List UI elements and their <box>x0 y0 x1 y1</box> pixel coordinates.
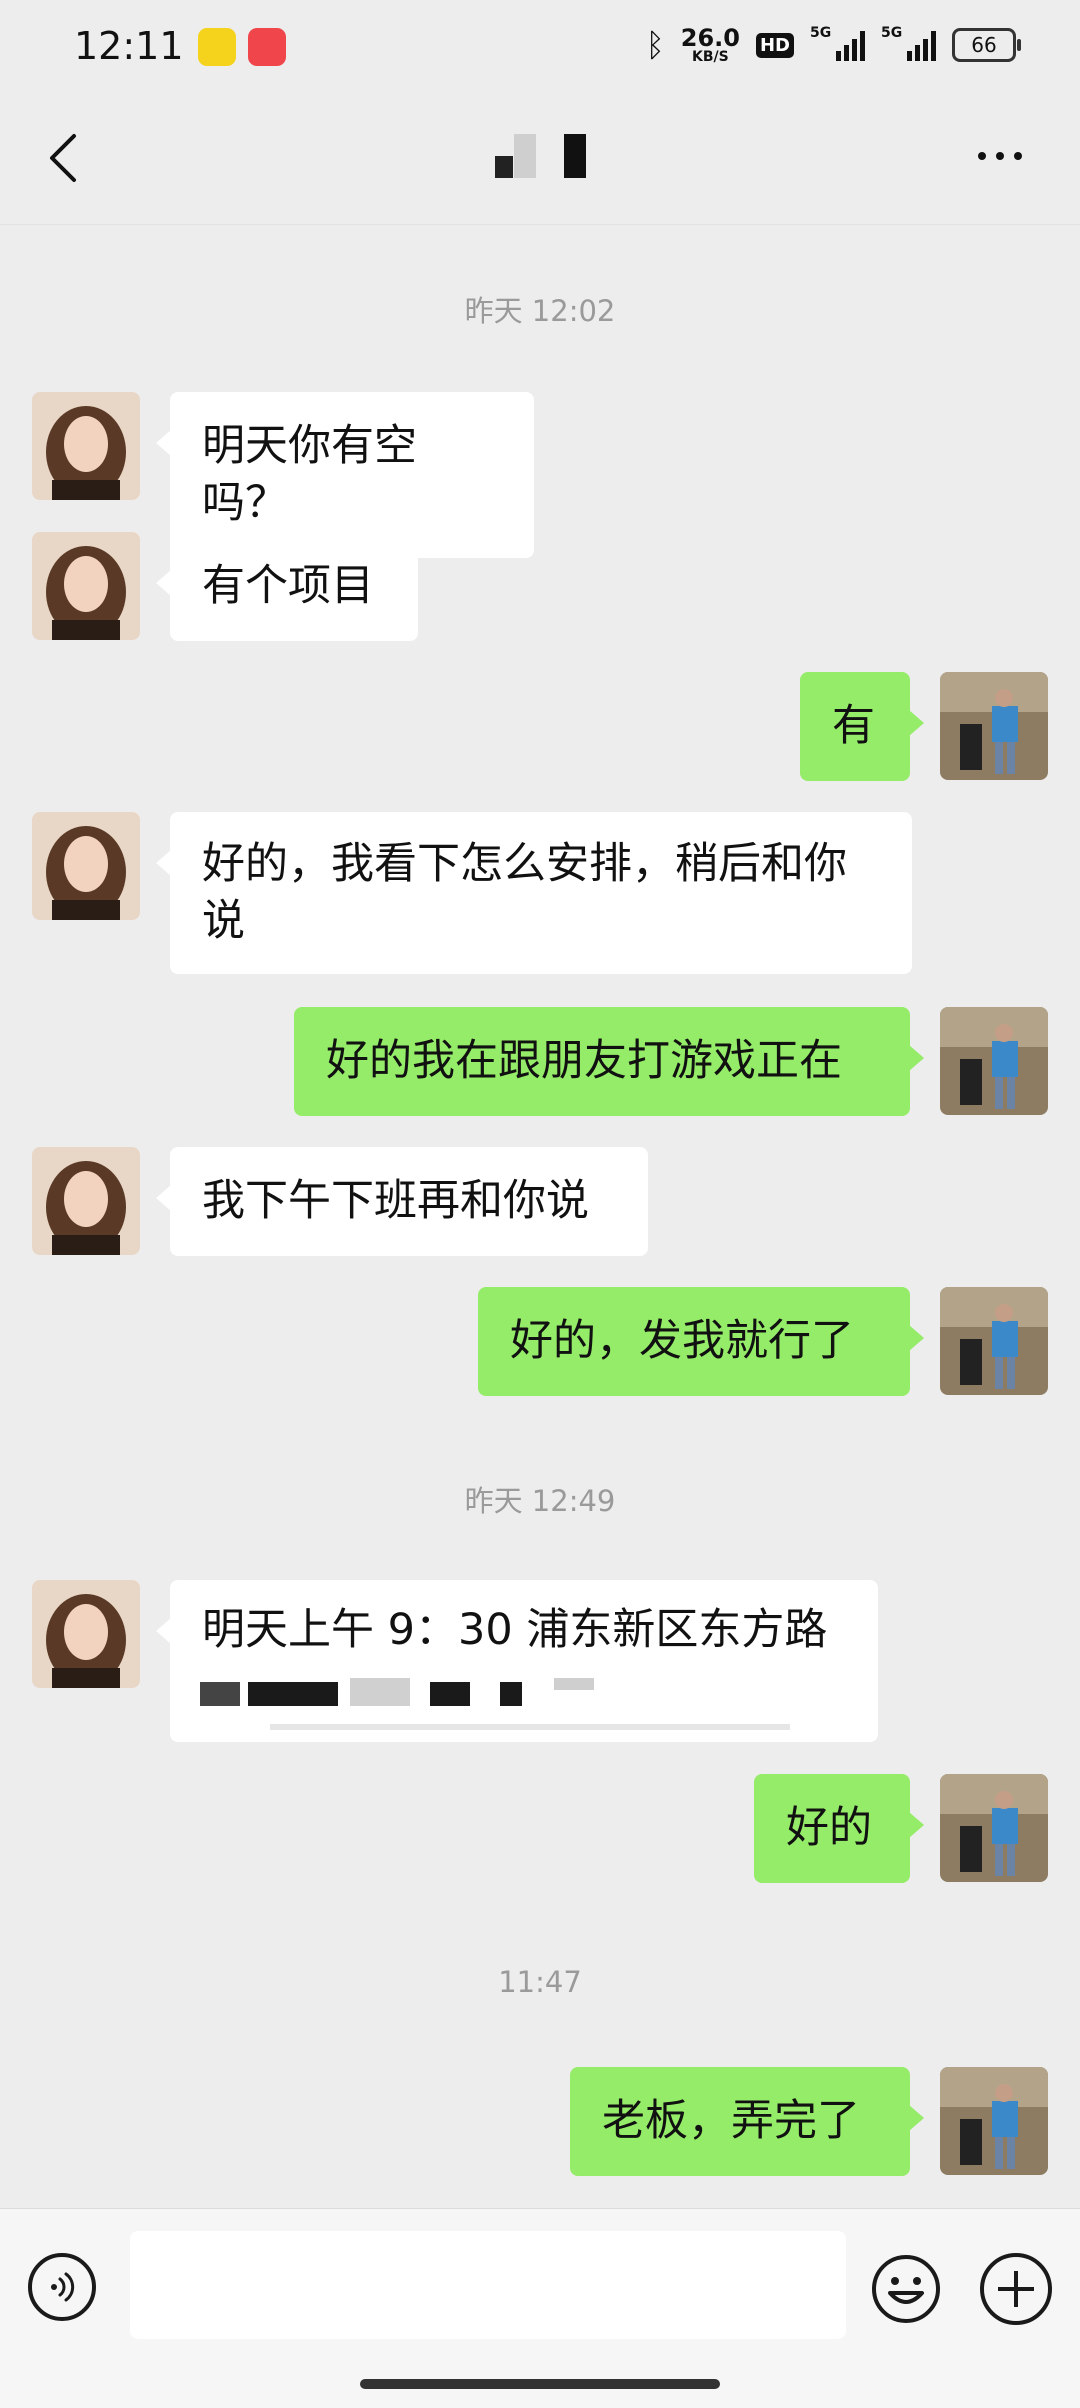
status-indicators: ᛒ 26.0 KB/S HD 5G 5G 66 <box>645 25 1021 64</box>
user-avatar[interactable] <box>940 1007 1048 1115</box>
contact-avatar[interactable] <box>32 812 140 920</box>
outgoing-message[interactable]: 有 <box>800 672 924 781</box>
incoming-message[interactable]: 好的，我看下怎么安排，稍后和你说 <box>156 812 912 974</box>
plus-icon[interactable] <box>980 2253 1052 2325</box>
message-text: 好的，发我就行了 <box>510 1316 854 1366</box>
message-text: 好的 <box>786 1803 872 1853</box>
user-avatar[interactable] <box>940 672 1048 780</box>
contact-avatar[interactable] <box>32 1147 140 1255</box>
signal-icon: 5G <box>881 25 936 61</box>
status-time: 12:11 <box>74 24 184 68</box>
network-speed: 26.0 KB/S <box>681 26 740 64</box>
message-text: 好的我在跟朋友打游戏正在 <box>326 1036 842 1086</box>
contact-name-redacted[interactable] <box>490 134 600 180</box>
battery-icon: 66 <box>952 28 1021 62</box>
incoming-message[interactable]: 明天上午 9：30 浦东新区东方路 <box>156 1580 878 1742</box>
user-avatar[interactable] <box>940 1774 1048 1882</box>
signal-label: 5G <box>810 25 832 41</box>
outgoing-message[interactable]: 好的我在跟朋友打游戏正在 <box>294 1007 924 1116</box>
outgoing-message[interactable]: 老板，弄完了 <box>570 2067 924 2176</box>
user-avatar[interactable] <box>940 2067 1048 2175</box>
message-timestamp: 昨天 12:02 <box>464 294 616 328</box>
contact-avatar[interactable] <box>32 1580 140 1688</box>
signal-icon: 5G <box>810 25 865 61</box>
message-timestamp: 11:47 <box>498 1965 582 1999</box>
home-indicator[interactable] <box>360 2379 720 2389</box>
battery-level: 66 <box>971 33 997 57</box>
contact-avatar[interactable] <box>32 392 140 500</box>
hd-badge: HD <box>755 32 794 58</box>
voice-icon[interactable] <box>28 2253 96 2321</box>
back-icon[interactable] <box>44 130 84 186</box>
message-text: 有个项目 <box>202 561 374 611</box>
outgoing-message[interactable]: 好的 <box>754 1774 924 1883</box>
more-icon[interactable] <box>978 152 1022 160</box>
outgoing-message[interactable]: 好的，发我就行了 <box>478 1287 924 1396</box>
message-text: 我下午下班再和你说 <box>202 1176 589 1226</box>
user-avatar[interactable] <box>940 1287 1048 1395</box>
signal-label: 5G <box>881 25 903 41</box>
bluetooth-icon: ᛒ <box>645 26 665 64</box>
incoming-message[interactable]: 有个项目 <box>156 532 418 641</box>
app-icon-red <box>248 28 286 66</box>
network-speed-value: 26.0 <box>680 24 740 52</box>
app-icon-yellow <box>198 28 236 66</box>
incoming-message[interactable]: 我下午下班再和你说 <box>156 1147 648 1256</box>
message-text: 好的，我看下怎么安排，稍后和你说 <box>202 839 847 946</box>
contact-avatar[interactable] <box>32 532 140 640</box>
message-text: 老板，弄完了 <box>602 2096 860 2146</box>
emoji-icon[interactable] <box>870 2253 942 2325</box>
message-timestamp: 昨天 12:49 <box>464 1484 616 1518</box>
network-speed-unit: KB/S <box>692 49 729 65</box>
message-input[interactable] <box>130 2231 846 2339</box>
status-bar: 12:11 ᛒ 26.0 KB/S HD 5G 5G 66 <box>0 0 1080 92</box>
input-bar <box>0 2208 1080 2408</box>
message-text: 明天上午 9：30 浦东新区东方路 <box>202 1605 828 1655</box>
message-text: 有 <box>832 701 875 751</box>
chat-header <box>0 92 1080 225</box>
